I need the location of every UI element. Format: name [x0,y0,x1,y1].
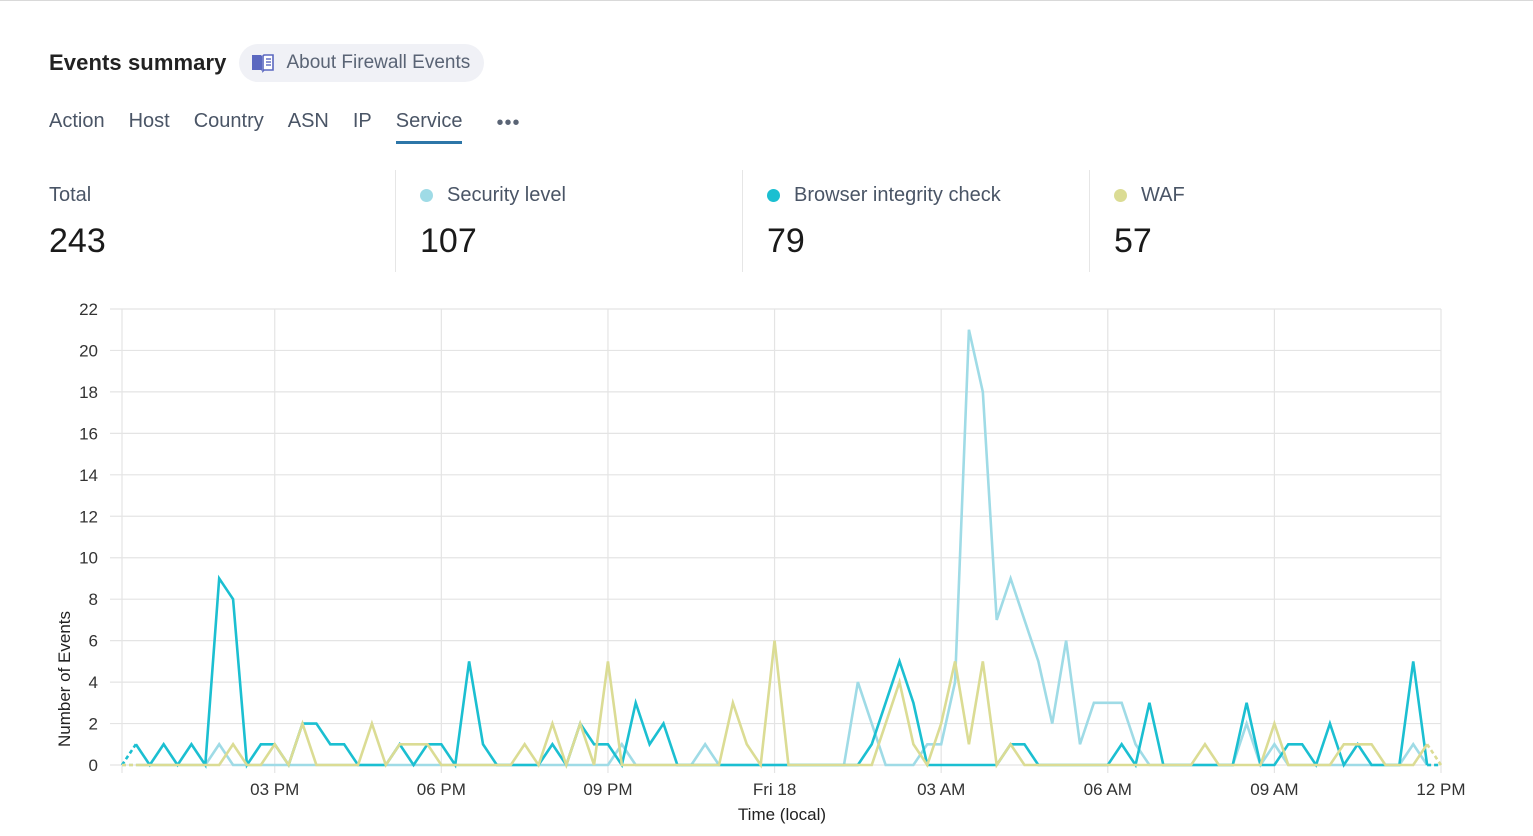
x-tick-label: Fri 18 [753,780,796,799]
stats-row: Total 243 Security level 107 Browser int… [49,170,1437,272]
header: Events summary About Firewall Events [49,44,485,82]
y-tick-label: 14 [79,466,98,485]
x-tick-label: 03 PM [250,780,299,799]
y-tick-label: 6 [89,632,98,651]
y-tick-label: 8 [89,590,98,609]
x-axis-label: Time (local) [738,805,826,824]
legend-dot-icon [767,188,780,202]
series-waf[interactable] [121,640,1443,770]
y-tick-label: 16 [79,424,98,443]
events-line-chart[interactable]: 0 2 4 6 8 10 12 14 16 18 20 22 03 PM 06 PM 09 PM Fri 1… [0,290,1533,836]
stat-security-level[interactable]: Security level 107 [396,170,743,272]
series-edge-start [120,743,137,766]
stat-value: 57 [1114,222,1152,260]
y-tick-label: 0 [89,756,98,775]
y-tick-label: 18 [79,383,98,402]
book-icon [251,54,274,73]
y-tick-label: 20 [79,341,98,360]
series-line[interactable] [134,574,1429,769]
stat-waf[interactable]: WAF 57 [1090,170,1437,272]
tab-service[interactable]: Service [395,110,463,144]
y-axis-label: Number of Events [55,611,74,747]
x-axis-ticks: 03 PM 06 PM 09 PM Fri 18 03 AM 06 AM 09 AM 12 P… [250,780,1465,799]
x-tick-label: 09 AM [1250,780,1298,799]
stat-value: 243 [49,222,106,260]
stat-value: 107 [420,222,477,260]
y-tick-label: 22 [79,300,98,319]
x-tick-label: 09 PM [583,780,632,799]
tab-country[interactable]: Country [194,110,264,141]
tab-ip[interactable]: IP [353,110,372,141]
stat-total: Total 243 [49,170,396,272]
stat-label: Browser integrity check [794,183,1001,206]
about-firewall-events-button[interactable]: About Firewall Events [238,44,485,82]
chart-series [120,329,1443,770]
top-divider [0,0,1533,1]
chart-grid [110,308,1442,773]
x-tick-label: 12 PM [1416,780,1465,799]
series-line[interactable] [135,640,1429,770]
legend-dot-icon [420,188,433,202]
y-tick-label: 4 [89,673,98,692]
stat-label: Security level [447,183,566,206]
about-label: About Firewall Events [286,52,471,73]
y-axis-ticks: 0 2 4 6 8 10 12 14 16 18 20 22 [79,300,98,775]
x-tick-label: 06 PM [417,780,466,799]
legend-dot-icon [1114,188,1127,202]
tab-action[interactable]: Action [49,110,105,141]
y-tick-label: 12 [79,507,98,526]
stat-label: WAF [1141,183,1185,206]
stat-label: Total [49,183,92,206]
x-tick-label: 03 AM [917,780,965,799]
series-edge-end [1426,743,1443,766]
y-tick-label: 10 [79,549,98,568]
stat-browser-integrity-check[interactable]: Browser integrity check 79 [743,170,1090,272]
x-tick-label: 06 AM [1084,780,1132,799]
more-tabs-button[interactable]: ••• [496,110,520,136]
tab-bar: Action Host Country ASN IP Service ••• [49,110,521,144]
y-tick-label: 2 [89,715,98,734]
tab-asn[interactable]: ASN [288,110,329,141]
page-title: Events summary [49,50,227,75]
stat-value: 79 [767,222,805,260]
tab-host[interactable]: Host [129,110,170,141]
